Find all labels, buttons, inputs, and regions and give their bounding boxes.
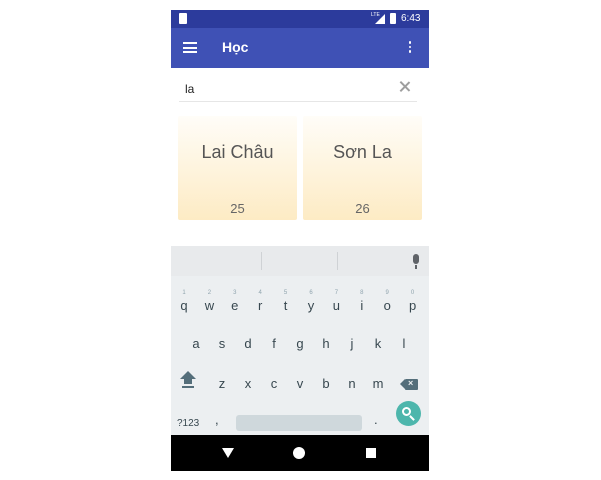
- card-name: Sơn La: [333, 142, 392, 162]
- key-label: f: [272, 336, 276, 351]
- key-g[interactable]: g: [291, 336, 309, 351]
- search-area: [171, 68, 429, 116]
- key-label: v: [296, 376, 304, 391]
- key-e[interactable]: e3: [226, 290, 244, 313]
- search-input[interactable]: [179, 76, 417, 102]
- key-l[interactable]: l: [395, 336, 413, 351]
- key-label: i: [360, 298, 364, 313]
- key-k[interactable]: k: [369, 336, 387, 351]
- card-count: 26: [355, 201, 370, 216]
- key-label: u: [332, 298, 340, 313]
- key-m[interactable]: m: [369, 376, 387, 391]
- key-label: z: [218, 376, 226, 391]
- key-n[interactable]: n: [343, 376, 361, 391]
- period-key[interactable]: .: [374, 412, 378, 427]
- space-key[interactable]: [236, 415, 362, 431]
- key-u[interactable]: u7: [327, 290, 345, 313]
- key-label: j: [350, 336, 354, 351]
- key-label: d: [244, 336, 252, 351]
- status-bar: LTE 6:43: [171, 10, 429, 28]
- key-label: m: [372, 376, 384, 391]
- key-label: b: [322, 376, 330, 391]
- microphone-icon[interactable]: [411, 254, 421, 270]
- key-i[interactable]: i8: [353, 290, 371, 313]
- key-hint: 8: [360, 290, 364, 296]
- comma-key[interactable]: ,: [215, 412, 219, 427]
- card-son-la[interactable]: Sơn La 26: [303, 116, 422, 220]
- back-icon[interactable]: [222, 448, 234, 458]
- status-time: 6:43: [401, 13, 421, 24]
- key-x[interactable]: x: [239, 376, 257, 391]
- key-label: n: [348, 376, 356, 391]
- key-z[interactable]: z: [213, 376, 231, 391]
- key-v[interactable]: v: [291, 376, 309, 391]
- key-hint: 5: [283, 290, 288, 296]
- key-t[interactable]: t5: [277, 290, 295, 313]
- more-vert-icon[interactable]: [407, 41, 413, 55]
- suggestion-divider: [337, 252, 338, 270]
- key-f[interactable]: f: [265, 336, 283, 351]
- key-s[interactable]: s: [213, 336, 231, 351]
- key-hint: 1: [182, 290, 186, 296]
- keyboard-search-button[interactable]: [396, 401, 421, 426]
- hamburger-menu-icon[interactable]: [183, 42, 197, 53]
- phone-screen: LTE 6:43 Học Lai Châu 25 Sơn La 26: [171, 10, 429, 471]
- signal-icon: [375, 14, 385, 24]
- key-hint: 9: [385, 290, 389, 296]
- key-label: y: [307, 298, 315, 313]
- app-bar: Học: [171, 28, 429, 68]
- key-b[interactable]: b: [317, 376, 335, 391]
- key-label: x: [244, 376, 252, 391]
- suggestion-bar: [171, 246, 429, 276]
- key-o[interactable]: o9: [378, 290, 396, 313]
- recents-icon[interactable]: [366, 448, 376, 458]
- result-cards: Lai Châu 25 Sơn La 26: [171, 116, 429, 246]
- page-title: Học: [222, 39, 249, 55]
- key-label: w: [204, 298, 215, 313]
- card-count: 25: [230, 201, 245, 216]
- key-label: o: [383, 298, 391, 313]
- key-hint: 2: [207, 290, 212, 296]
- key-h[interactable]: h: [317, 336, 335, 351]
- key-label: s: [218, 336, 226, 351]
- card-name: Lai Châu: [201, 142, 274, 162]
- key-r[interactable]: r4: [251, 290, 269, 313]
- key-w[interactable]: w2: [200, 290, 218, 313]
- navigation-bar: [171, 435, 429, 471]
- key-label: c: [270, 376, 278, 391]
- key-label: t: [283, 298, 288, 313]
- sim-card-icon: [179, 13, 187, 24]
- key-hint: 4: [258, 290, 262, 296]
- key-c[interactable]: c: [265, 376, 283, 391]
- backspace-icon[interactable]: ×: [400, 378, 418, 390]
- key-label: k: [374, 336, 382, 351]
- key-label: l: [402, 336, 406, 351]
- key-label: e: [231, 298, 239, 313]
- key-hint: 7: [334, 290, 339, 296]
- key-hint: 0: [410, 290, 415, 296]
- shift-icon[interactable]: [179, 371, 197, 391]
- battery-icon: [390, 13, 396, 24]
- key-q[interactable]: q1: [175, 290, 193, 313]
- key-d[interactable]: d: [239, 336, 257, 351]
- key-hint: 3: [233, 290, 237, 296]
- key-label: h: [322, 336, 330, 351]
- key-label: r: [258, 298, 263, 313]
- key-a[interactable]: a: [187, 336, 205, 351]
- close-icon[interactable]: [399, 81, 411, 93]
- key-hint: 6: [309, 290, 313, 296]
- key-label: q: [180, 298, 188, 313]
- symbols-key[interactable]: ?123: [177, 418, 199, 429]
- suggestion-divider: [261, 252, 262, 270]
- soft-keyboard: q1w2e3r4t5y6u7i8o9p0 asdfghjkl zxcvbnm ×…: [171, 246, 429, 435]
- key-p[interactable]: p0: [404, 290, 422, 313]
- key-j[interactable]: j: [343, 336, 361, 351]
- home-icon[interactable]: [293, 447, 305, 459]
- card-lai-chau[interactable]: Lai Châu 25: [178, 116, 297, 220]
- key-label: p: [408, 298, 417, 313]
- key-y[interactable]: y6: [302, 290, 320, 313]
- key-label: a: [192, 336, 200, 351]
- key-label: g: [296, 336, 304, 351]
